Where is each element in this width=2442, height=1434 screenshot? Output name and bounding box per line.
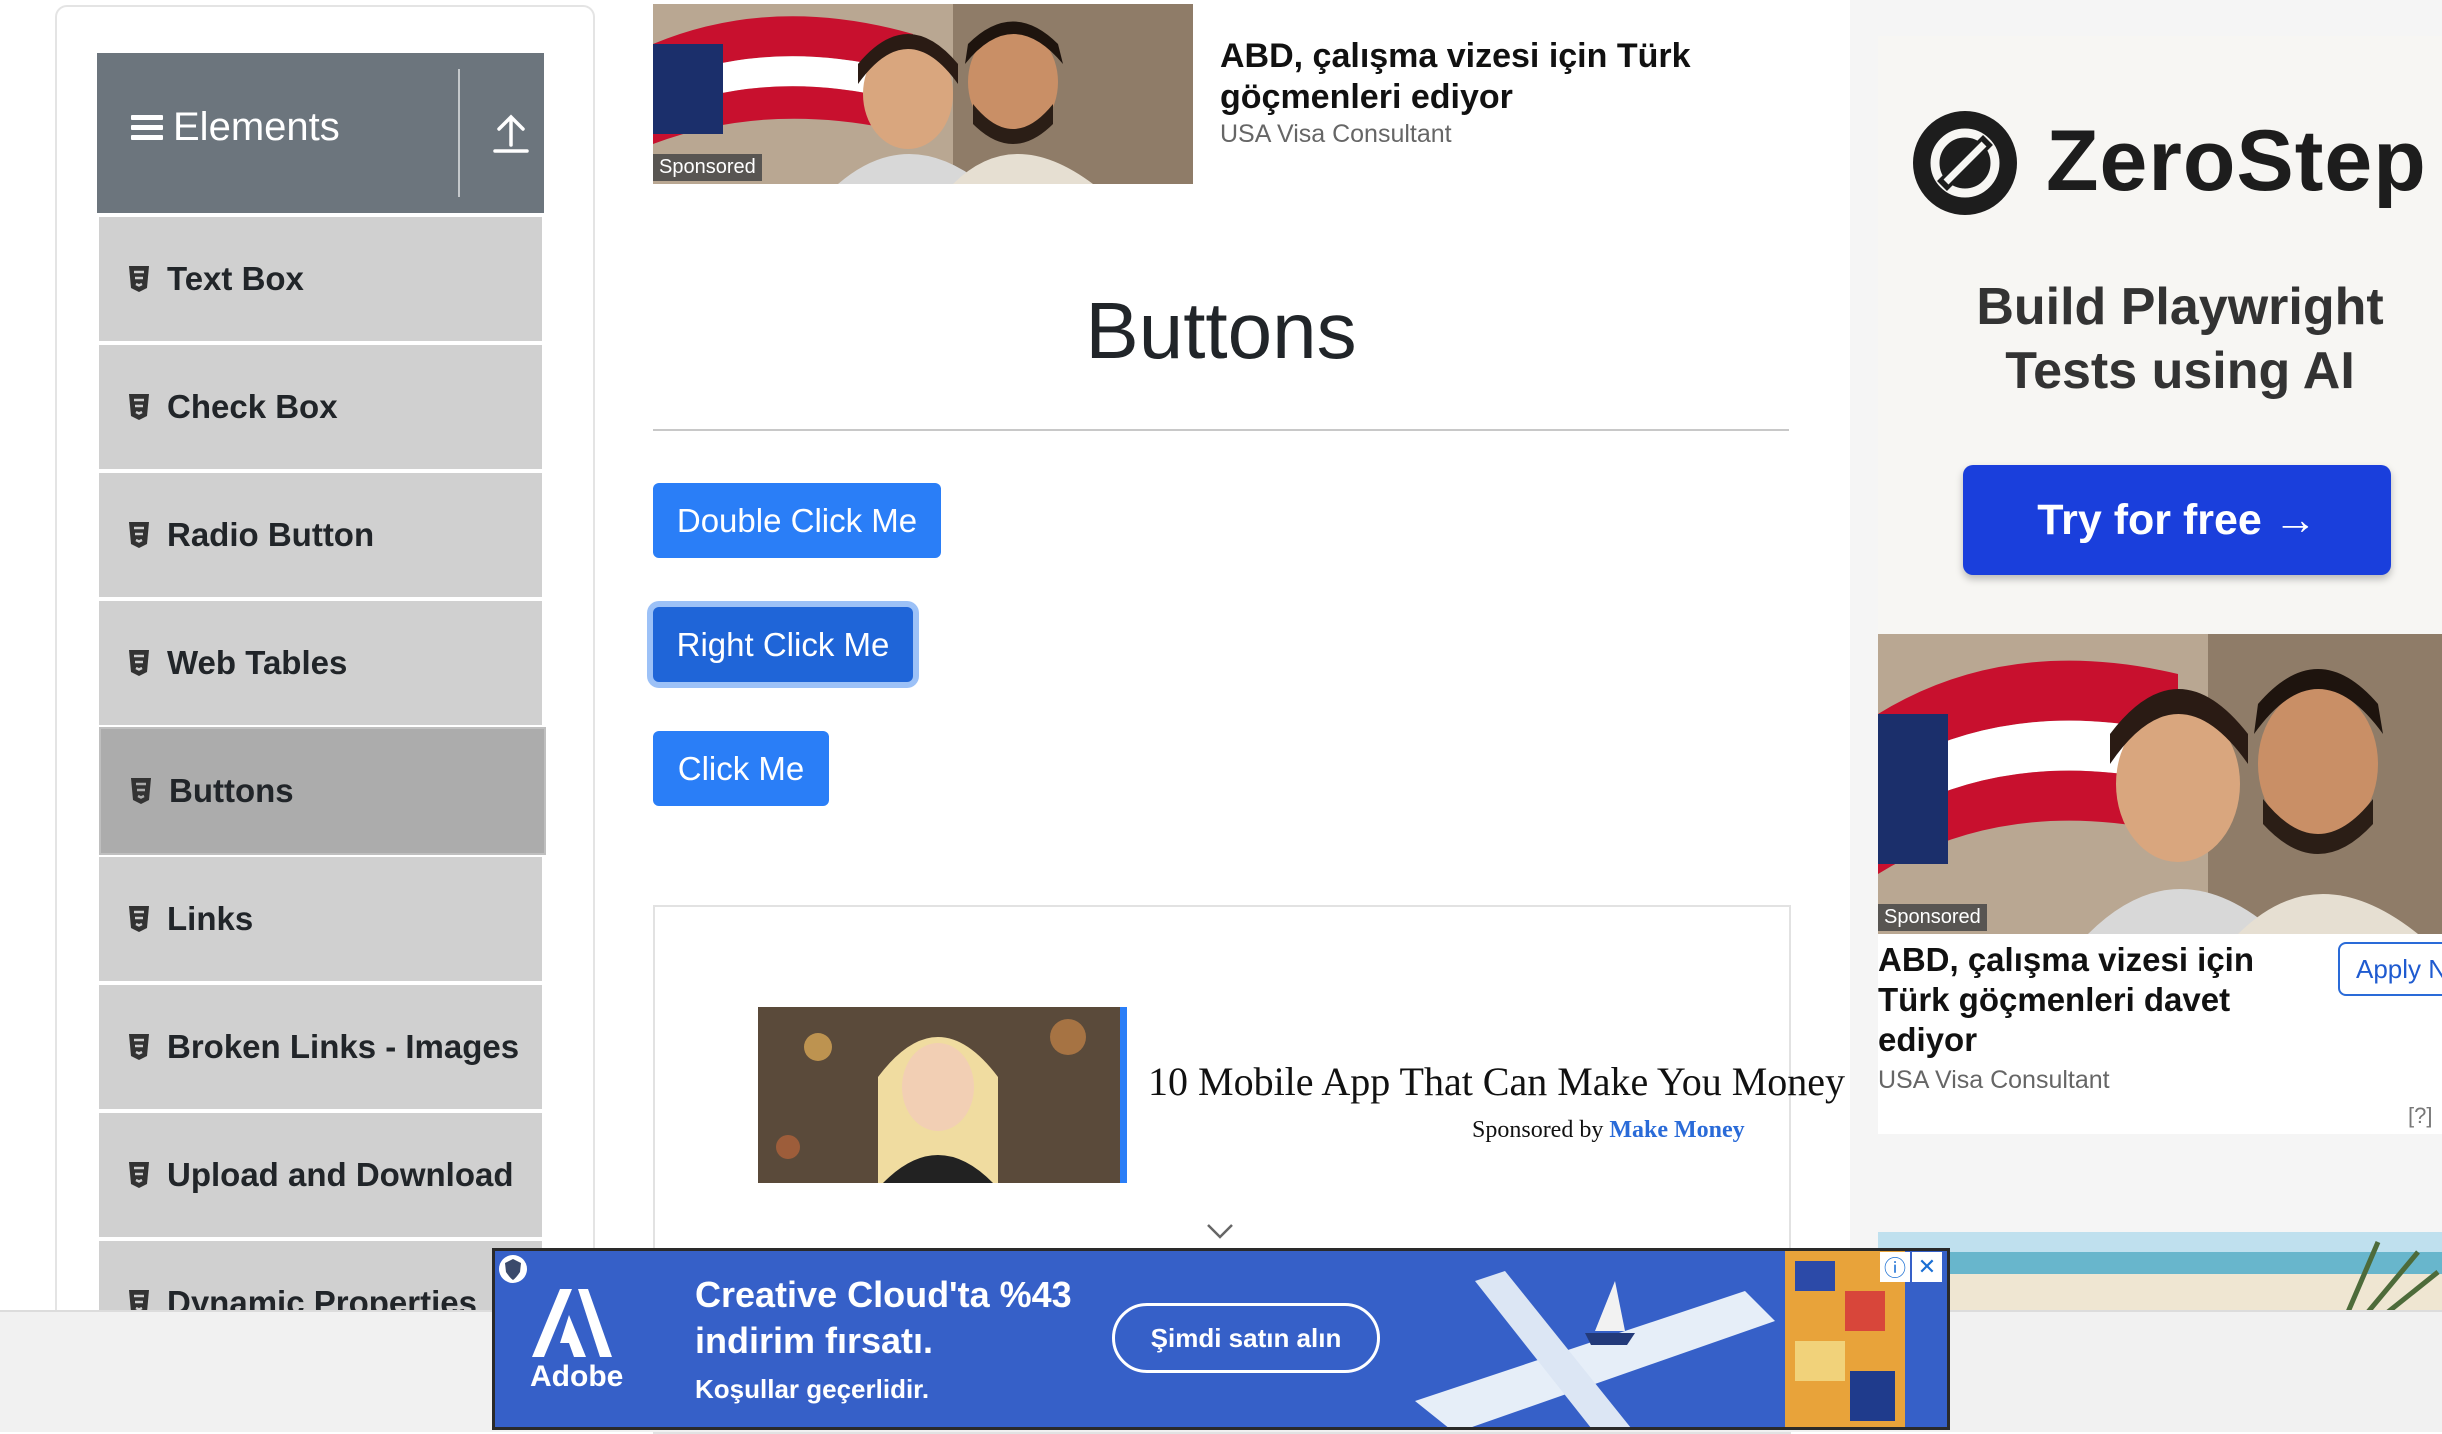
double-click-button[interactable]: Double Click Me bbox=[653, 483, 941, 558]
click-me-button[interactable]: Click Me bbox=[653, 731, 829, 806]
html5-icon bbox=[129, 394, 149, 420]
visa-ad-image[interactable]: Sponsored bbox=[1878, 634, 2442, 934]
ad-help-link[interactable]: [?] bbox=[2408, 1103, 2432, 1129]
title-divider bbox=[653, 429, 1789, 431]
zerostep-tagline-line2: Tests using AI bbox=[2005, 342, 2355, 400]
content-ad-sponsor-line: Sponsored by Make Money bbox=[1472, 1117, 1745, 1144]
sidebar-item-broken-links[interactable]: Broken Links - Images bbox=[99, 985, 542, 1113]
sidebar-item-links[interactable]: Links bbox=[99, 857, 542, 985]
ad-privacy-shield-icon[interactable] bbox=[498, 1254, 528, 1284]
header-divider bbox=[458, 69, 460, 197]
html5-icon bbox=[129, 906, 149, 932]
chevron-down-icon[interactable] bbox=[1206, 1222, 1234, 1240]
try-for-free-button[interactable]: Try for free → bbox=[1963, 465, 2391, 575]
sidebar-item-label: Buttons bbox=[169, 772, 294, 809]
sidebar-item-label: Web Tables bbox=[167, 644, 348, 681]
hamburger-icon bbox=[131, 114, 163, 141]
sidebar-item-radio-button[interactable]: Radio Button bbox=[99, 473, 542, 601]
sidebar-item-label: Links bbox=[167, 900, 254, 937]
ad-close-icon[interactable]: ✕ bbox=[1912, 1252, 1942, 1282]
group-title: Elements bbox=[173, 105, 340, 149]
page-title: Buttons bbox=[1085, 286, 1357, 375]
ad-info-icon[interactable]: ⓘ bbox=[1880, 1252, 1910, 1282]
sponsored-tag: Sponsored bbox=[1878, 904, 1987, 931]
adobe-headline-line2: indirim fırsatı. bbox=[695, 1320, 934, 1361]
visa-ad-source: USA Visa Consultant bbox=[1878, 1066, 2110, 1094]
html5-icon bbox=[129, 650, 149, 676]
zerostep-name: ZeroStep bbox=[2046, 113, 2427, 209]
zerostep-tagline: Build Playwright Tests using AI bbox=[1900, 275, 2442, 403]
sidebar-item-label: Broken Links - Images bbox=[167, 1028, 520, 1065]
zerostep-logo-icon bbox=[1913, 111, 2017, 215]
html5-icon bbox=[129, 1162, 149, 1188]
sidebar-item-label: Upload and Download bbox=[167, 1156, 514, 1193]
sponsored-tag: Sponsored bbox=[653, 154, 762, 181]
top-ad-source: USA Visa Consultant bbox=[1220, 120, 1452, 148]
adobe-buy-button[interactable]: Şimdi satın alın bbox=[1112, 1303, 1380, 1373]
apply-now-button[interactable]: Apply Now bbox=[2338, 942, 2442, 996]
top-ad-title[interactable]: ABD, çalışma vizesi için Türk göçmenleri… bbox=[1220, 36, 1860, 118]
adobe-brand: Adobe bbox=[530, 1360, 624, 1393]
adobe-headline-line1: Creative Cloud'ta %43 bbox=[695, 1274, 1072, 1315]
adobe-terms: Koşullar geçerlidir. bbox=[695, 1374, 930, 1404]
sidebar-item-buttons[interactable]: Buttons bbox=[99, 727, 546, 855]
collapse-up-icon[interactable] bbox=[485, 111, 537, 155]
sidebar-item-check-box[interactable]: Check Box bbox=[99, 345, 542, 473]
sidebar-item-web-tables[interactable]: Web Tables bbox=[99, 601, 542, 729]
sidebar-item-label: Radio Button bbox=[167, 516, 375, 553]
sidebar-item-upload-download[interactable]: Upload and Download bbox=[99, 1113, 542, 1241]
sponsor-link[interactable]: Make Money bbox=[1609, 1117, 1744, 1143]
zerostep-tagline-line1: Build Playwright bbox=[1976, 278, 2384, 336]
html5-icon bbox=[129, 522, 149, 548]
content-ad-image[interactable] bbox=[758, 1007, 1127, 1183]
html5-icon bbox=[129, 1034, 149, 1060]
elements-group-header[interactable]: Elements bbox=[97, 53, 544, 213]
top-ad-image[interactable]: Sponsored bbox=[653, 4, 1193, 184]
sponsored-by-label: Sponsored by bbox=[1472, 1117, 1604, 1143]
sidebar-item-label: Check Box bbox=[167, 388, 338, 425]
adobe-headline: Creative Cloud'ta %43 indirim fırsatı. bbox=[695, 1272, 1072, 1364]
html5-icon bbox=[129, 266, 149, 292]
beach-ad-image[interactable] bbox=[1878, 1232, 2442, 1312]
right-click-button[interactable]: Right Click Me bbox=[653, 607, 913, 682]
visa-ad-title[interactable]: ABD, çalışma vizesi için Türk göçmenleri… bbox=[1878, 940, 2298, 1060]
sidebar-item-label: Text Box bbox=[167, 260, 304, 297]
sidebar-item-text-box[interactable]: Text Box bbox=[99, 217, 542, 345]
content-ad-title[interactable]: 10 Mobile App That Can Make You Money bbox=[1148, 1058, 1845, 1105]
html5-icon bbox=[131, 778, 151, 804]
